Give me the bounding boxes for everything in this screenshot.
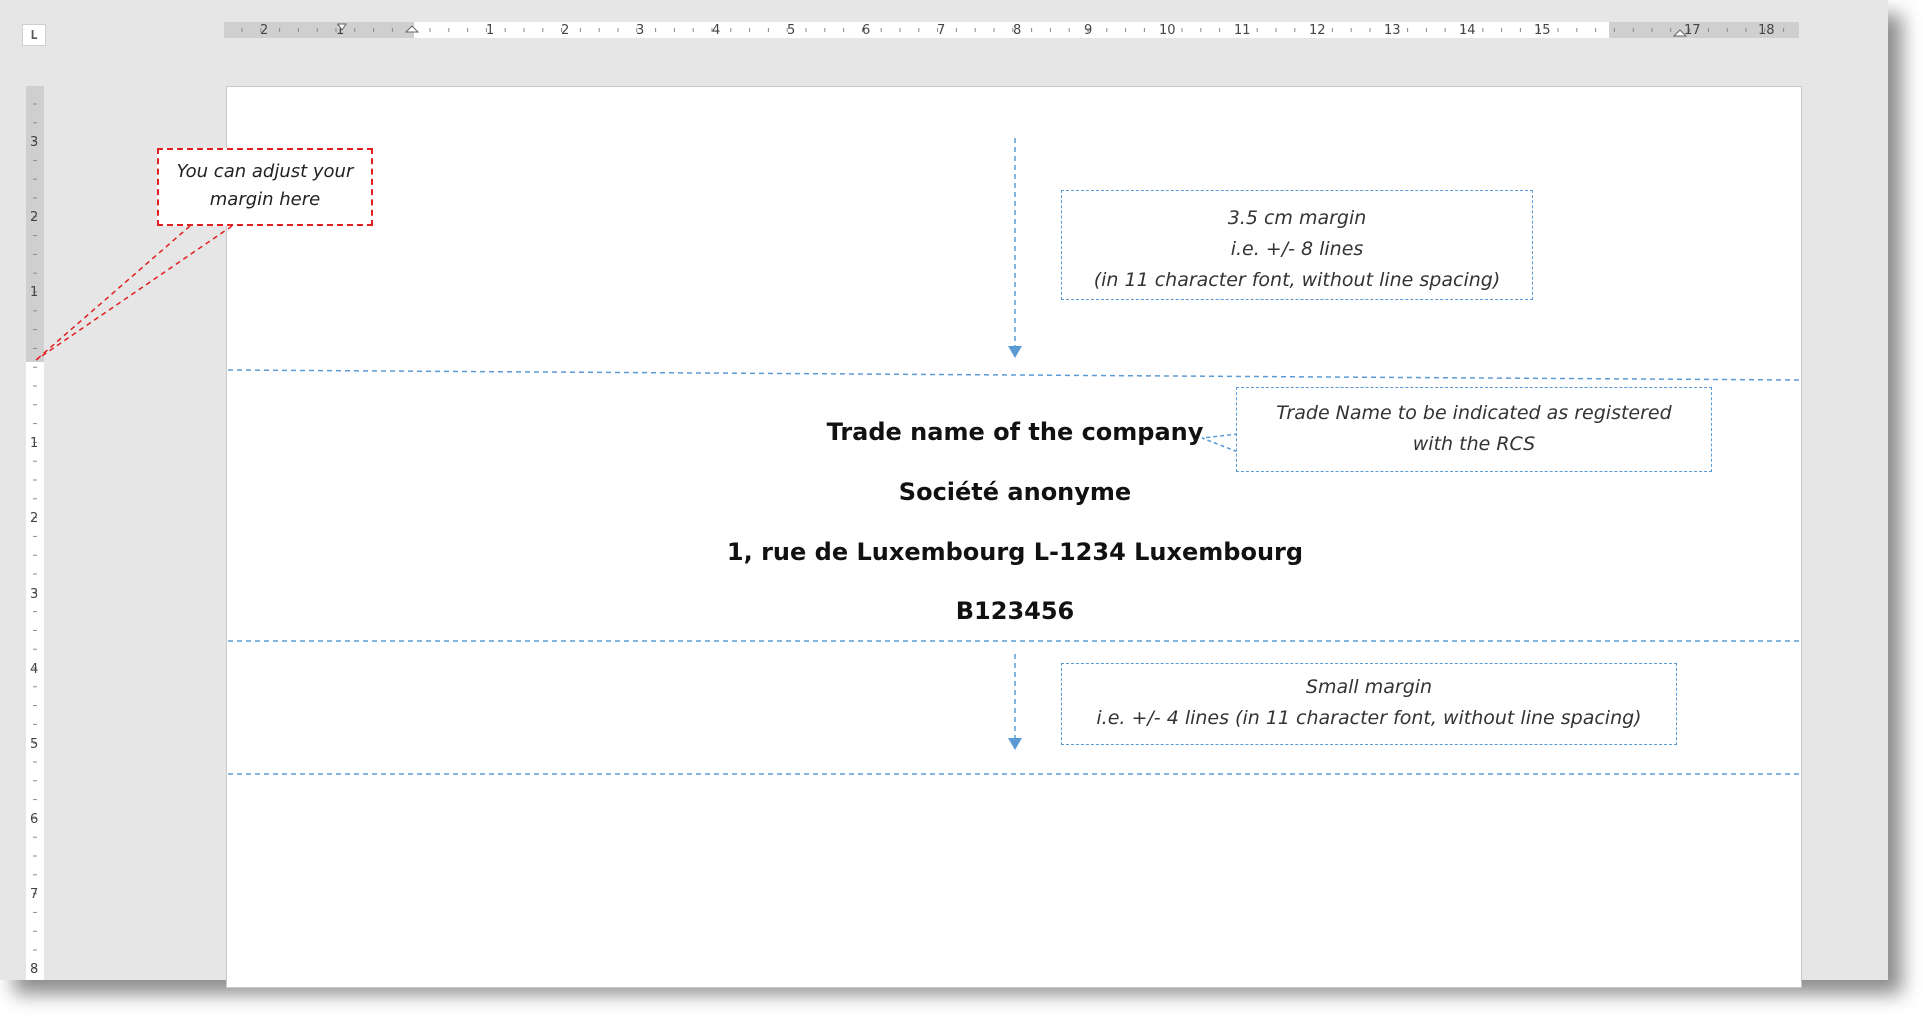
word-editor-window: L 2 1 1 2 3 4 5 6 7 8 9 10 11 12 13 14 1…	[0, 0, 1888, 988]
hint-line: You can adjust your	[176, 161, 354, 182]
company-legal-form[interactable]: Société anonyme	[665, 478, 1365, 506]
top-margin-callout: 3.5 cm margin i.e. +/- 8 lines (in 11 ch…	[1061, 190, 1533, 300]
down-arrow-icon	[1008, 346, 1022, 358]
margin-adjust-hint: You can adjust your margin here	[157, 148, 373, 226]
callout-line: i.e. +/- 8 lines	[1230, 238, 1364, 260]
company-name[interactable]: Trade name of the company	[665, 418, 1365, 446]
down-arrow-icon	[1008, 738, 1022, 750]
company-address[interactable]: 1, rue de Luxembourg L-1234 Luxembourg	[665, 538, 1365, 566]
company-registration-number[interactable]: B123456	[665, 597, 1365, 625]
callout-line: Small margin	[1305, 676, 1433, 698]
small-margin-callout: Small margin i.e. +/- 4 lines (in 11 cha…	[1061, 663, 1677, 745]
margin-hint-pointer	[35, 225, 233, 361]
hint-line: margin here	[209, 189, 321, 210]
callout-line: i.e. +/- 4 lines (in 11 character font, …	[1096, 707, 1642, 729]
callout-line: (in 11 character font, without line spac…	[1093, 269, 1501, 291]
callout-line: 3.5 cm margin	[1227, 207, 1367, 229]
top-margin-guide-line	[227, 369, 1801, 381]
